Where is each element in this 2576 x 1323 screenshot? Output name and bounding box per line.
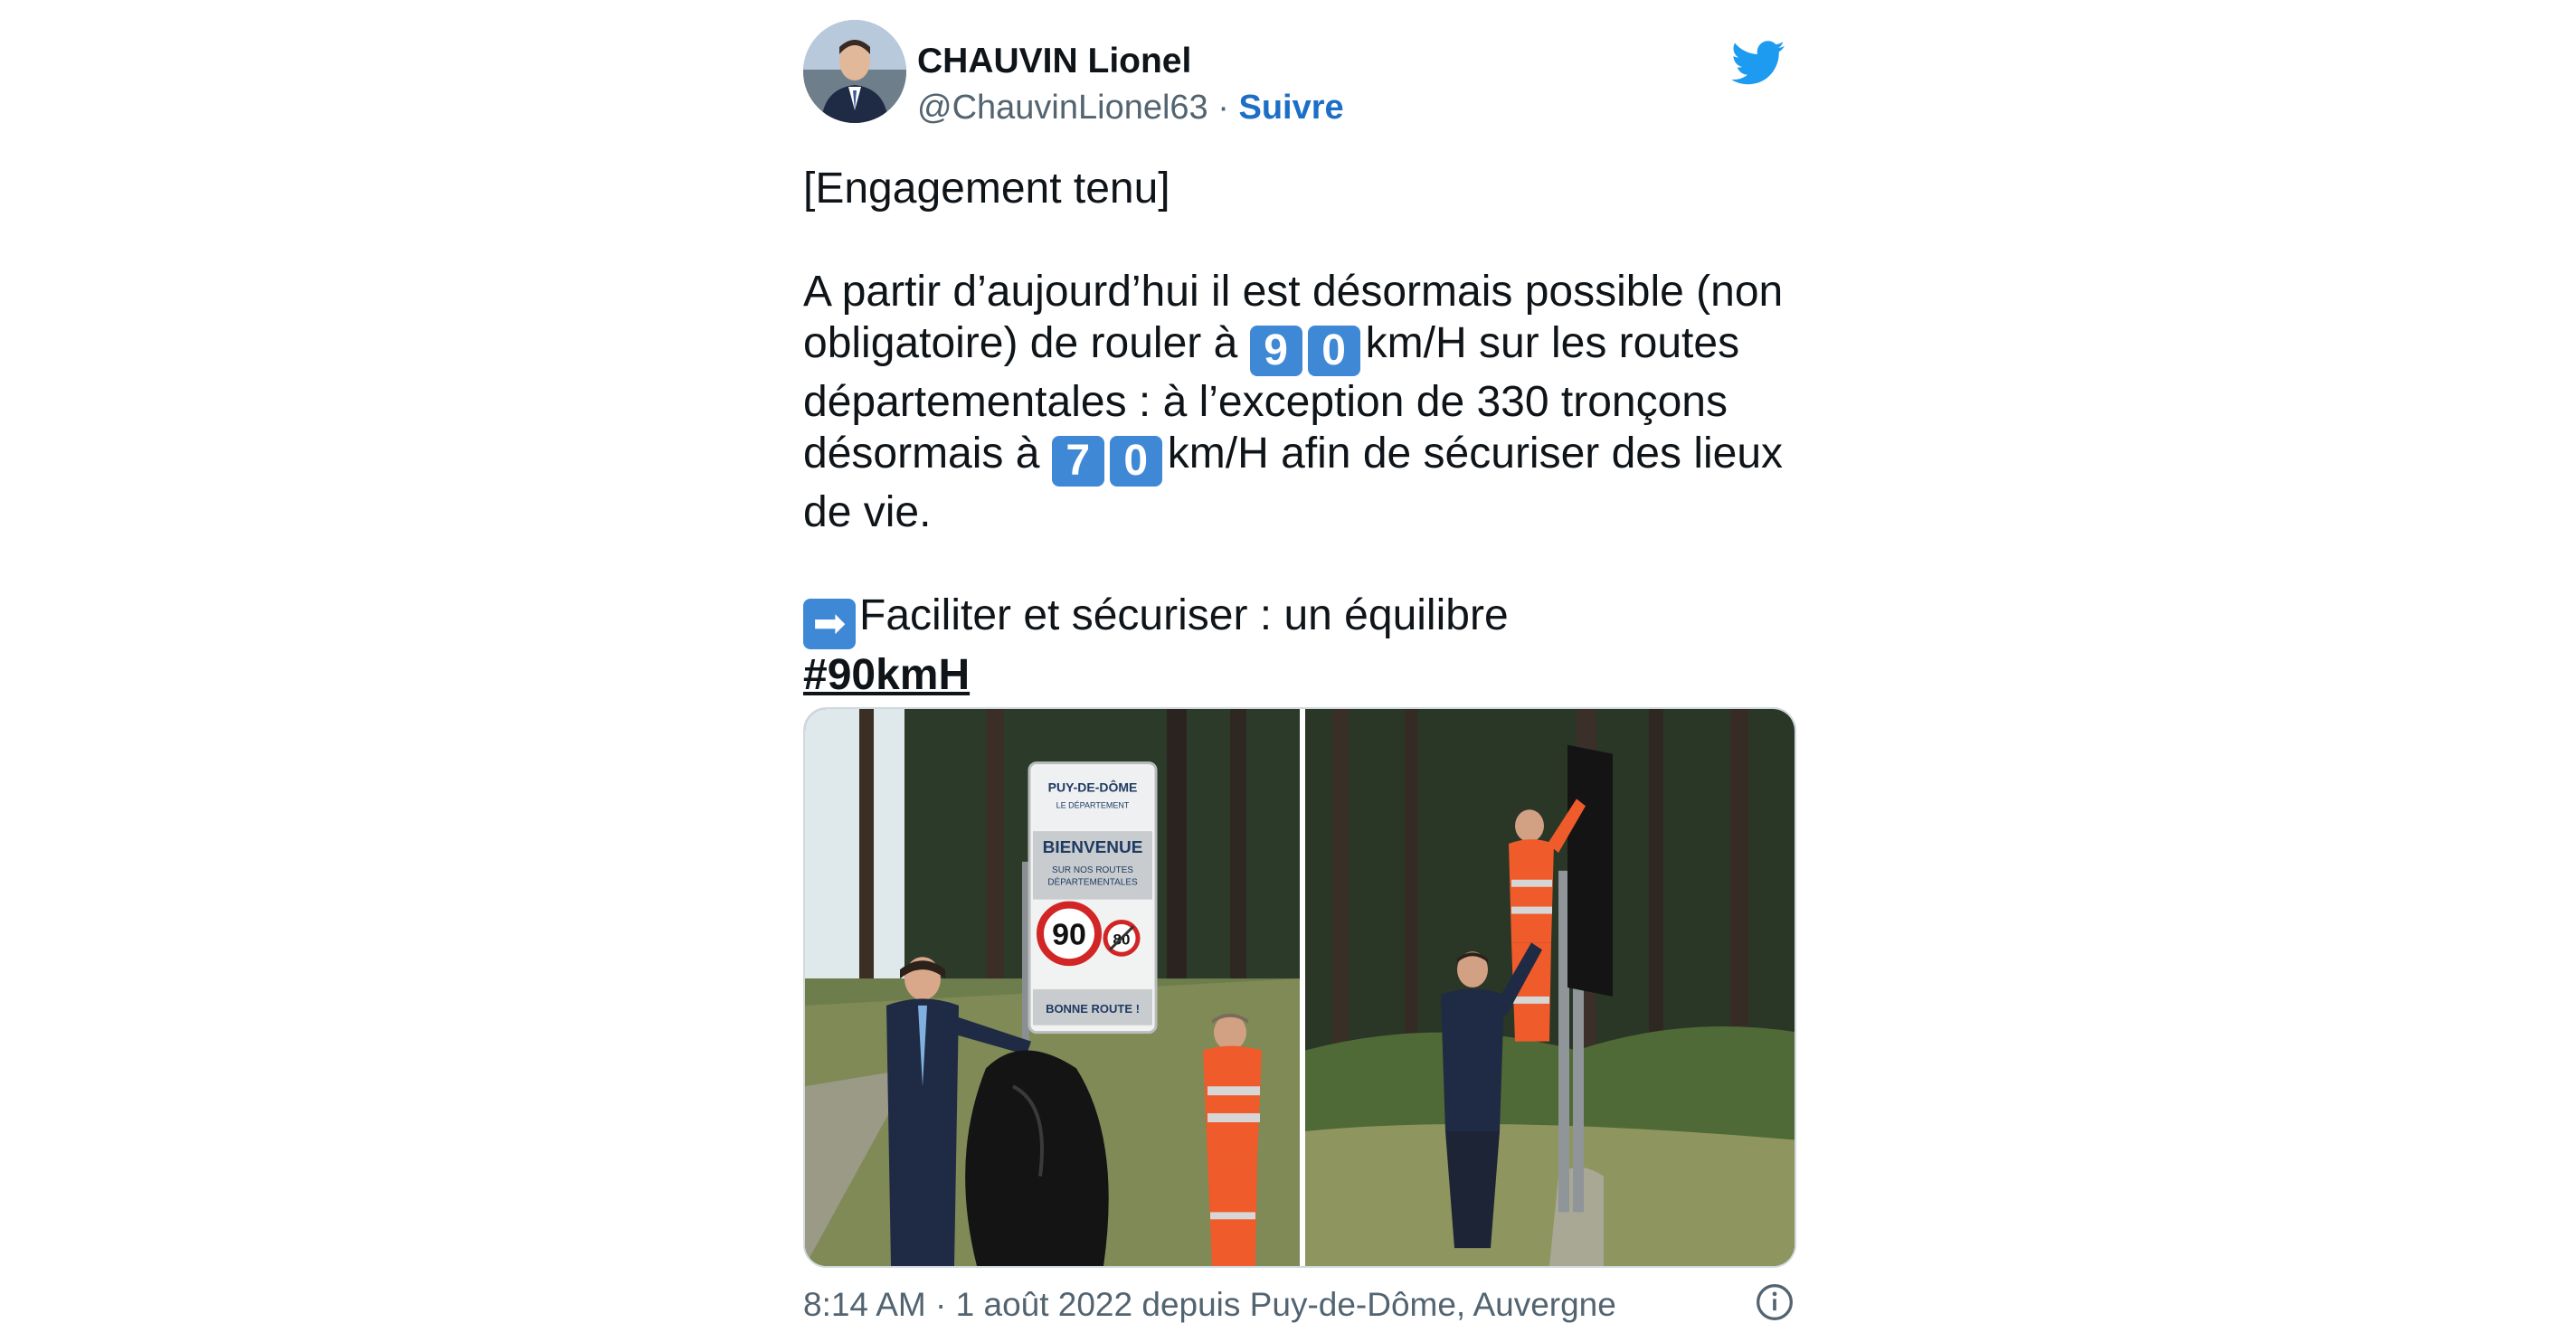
photo-sign-installation[interactable] [1305,709,1795,1266]
avatar[interactable] [803,20,906,123]
tweet-text: [Engagement tenu] A partir d’aujourd’hui… [803,163,1798,701]
keycap-digit: 9 [1249,326,1302,376]
sign-brand-sub: LE DÉPARTEMENT [1056,800,1130,809]
twitter-bird-icon[interactable] [1731,40,1785,87]
author-handle-row: @ChauvinLionel63 · Suivre [917,90,1344,125]
tweet-card: CHAUVIN Lionel @ChauvinLionel63 · Suivre… [803,18,1798,1321]
author-name[interactable]: CHAUVIN Lionel [917,43,1191,79]
sign-subtitle-1: SUR NOS ROUTES [1052,865,1133,875]
separator-dot: · [1208,89,1239,127]
keycap-digit: 0 [1307,326,1360,376]
keycap-digit: 0 [1109,436,1162,487]
hashtag-line: #90kmH [803,649,1798,701]
sign-farewell: BONNE ROUTE ! [1046,1002,1140,1016]
media-grid: PUY-DE-DÔME LE DÉPARTEMENT BIENVENUE SUR… [803,707,1796,1268]
author-handle[interactable]: @ChauvinLionel63 [917,89,1208,127]
photo-sign-unveiling[interactable]: PUY-DE-DÔME LE DÉPARTEMENT BIENVENUE SUR… [805,709,1300,1266]
sign-subtitle-2: DÉPARTEMENTALES [1047,878,1138,888]
keycap-digit: 7 [1051,436,1104,487]
info-icon[interactable] [1755,1282,1795,1322]
tweet-paragraph-main: A partir d’aujourd’hui il est désormais … [803,266,1798,538]
arrow-right-icon: ➡ [803,599,856,649]
tweet-line-engagement: [Engagement tenu] [803,165,1170,213]
follow-button[interactable]: Suivre [1238,89,1343,127]
tweet-line-balance: ➡ Faciliter et sécuriser : un équilibre [803,590,1798,649]
tweet-timestamp-location[interactable]: 8:14 AM · 1 août 2022 depuis Puy-de-Dôme… [803,1288,1616,1321]
tweet-text-segment: Faciliter et sécuriser : un équilibre [859,591,1509,639]
hashtag-link[interactable]: #90kmH [803,651,970,699]
sign-welcome: BIENVENUE [1043,838,1143,857]
sign-limit-main: 90 [1052,917,1086,951]
sign-brand: PUY-DE-DÔME [1048,779,1138,794]
